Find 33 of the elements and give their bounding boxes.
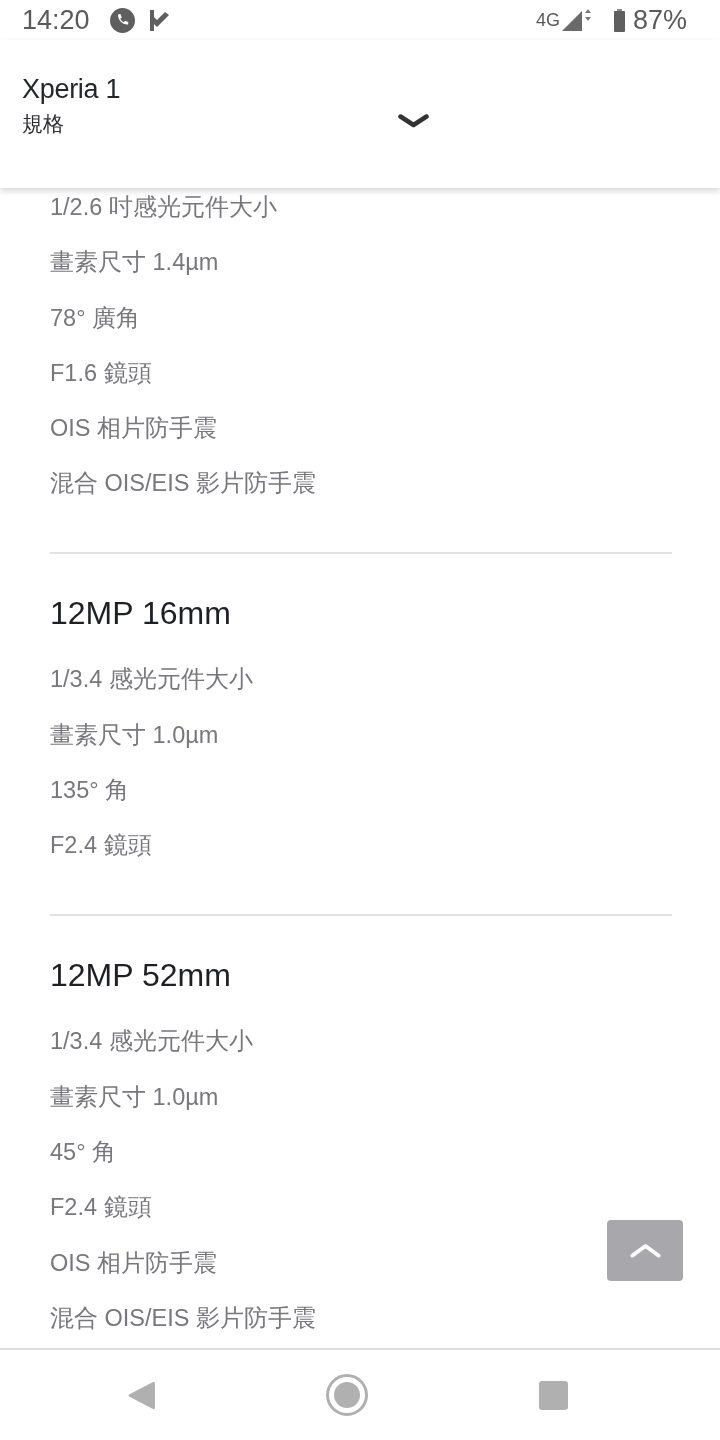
section-heading: 12MP 16mm	[50, 594, 231, 634]
spec-item: 45° 角	[50, 1137, 117, 1167]
spec-item: OIS 相片防手震	[50, 414, 217, 444]
phone-call-icon	[109, 7, 135, 33]
spec-item: 畫素尺寸 1.4µm	[50, 248, 219, 278]
spec-item: 混合 OIS/EIS 影片防手震	[50, 469, 316, 499]
recents-icon[interactable]	[539, 1380, 568, 1410]
chevron-up-icon	[629, 1243, 661, 1258]
scroll-top-button[interactable]	[607, 1220, 683, 1281]
spec-item: 1/3.4 感光元件大小	[50, 1027, 253, 1057]
spec-item: 混合 OIS/EIS 影片防手震	[50, 1303, 316, 1333]
back-icon[interactable]	[128, 1379, 155, 1411]
spec-item: 畫素尺寸 1.0µm	[50, 1082, 219, 1112]
spec-item: OIS 相片防手震	[50, 1248, 217, 1278]
spec-item: 畫素尺寸 1.0µm	[50, 720, 219, 750]
signal-icon	[561, 9, 592, 31]
battery-icon	[613, 8, 625, 32]
spec-item: 135° 角	[50, 776, 130, 806]
spec-item: 1/3.4 感光元件大小	[50, 665, 253, 695]
spec-item: F2.4 鏡頭	[50, 1193, 152, 1223]
page-title: Xperia 1	[22, 73, 121, 105]
spec-item: 1/2.6 吋感光元件大小	[50, 193, 277, 222]
spec-item: F1.6 鏡頭	[50, 358, 152, 388]
flag-check-icon	[148, 9, 170, 31]
network-type: 4G	[535, 9, 560, 31]
home-icon[interactable]	[326, 1374, 368, 1416]
battery-percent: 87%	[632, 4, 687, 36]
chevron-down-icon[interactable]	[398, 114, 429, 128]
status-time: 14:20	[22, 4, 90, 36]
spec-item: 78° 廣角	[50, 303, 141, 333]
page-subtitle: 規格	[22, 111, 64, 137]
spec-item: F2.4 鏡頭	[50, 831, 152, 861]
section-heading: 12MP 52mm	[50, 956, 231, 996]
